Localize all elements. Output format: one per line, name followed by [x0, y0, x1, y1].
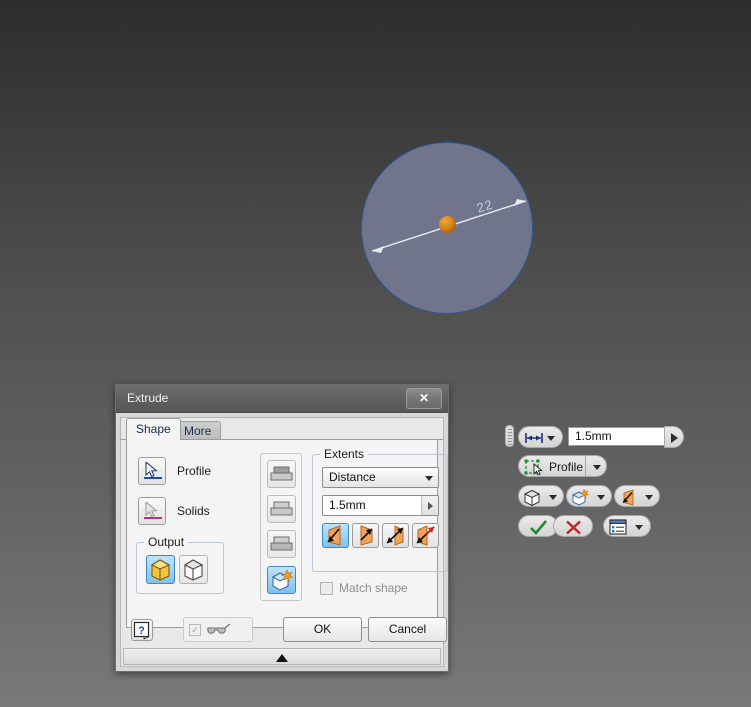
mt-profile-label: Profile	[549, 460, 584, 474]
mt-distance-input[interactable]: 1.5mm	[568, 427, 668, 446]
extents-group-caption: Extents	[320, 447, 369, 461]
dialog-body: Shape More Profile Solids Output Extents…	[120, 417, 448, 667]
mt-new-solid-button[interactable]	[566, 485, 612, 507]
chevron-down-icon[interactable]	[645, 495, 653, 500]
extents-distance-value: 1.5mm	[329, 498, 366, 512]
direction-arrow-icon	[622, 489, 634, 506]
intersect-icon	[270, 536, 293, 551]
expand-dialog-button[interactable]	[123, 648, 441, 665]
output-surface-button[interactable]	[179, 555, 208, 584]
mt-distance-value: 1.5mm	[575, 429, 612, 443]
profile-selector-row[interactable]: Profile	[138, 457, 211, 485]
profile-select-button[interactable]	[138, 457, 166, 485]
asymmetric-button[interactable]	[412, 523, 439, 548]
boolean-operation-group	[260, 453, 302, 601]
extents-distance-input[interactable]: 1.5mm	[322, 495, 439, 516]
output-solid-button[interactable]	[146, 555, 175, 584]
chevron-right-icon	[671, 433, 678, 443]
profile-underline	[144, 476, 162, 479]
profile-select-icon	[524, 459, 543, 475]
boolean-intersect-button[interactable]	[267, 530, 296, 558]
help-question-icon: ?	[133, 621, 150, 640]
direction-1-button[interactable]	[322, 523, 349, 548]
match-shape-row[interactable]: Match shape	[320, 581, 408, 595]
sketch-center-point[interactable]	[439, 216, 456, 233]
mt-ok-button[interactable]	[518, 515, 558, 537]
solids-label: Solids	[177, 504, 210, 518]
cut-icon	[270, 501, 293, 516]
tabstrip: Shape More	[121, 418, 443, 440]
output-group: Output	[136, 535, 224, 594]
preview-toggle[interactable]: ✓	[183, 617, 253, 642]
mt-options-button[interactable]	[603, 515, 651, 537]
mini-toolbar-grip[interactable]	[505, 425, 514, 447]
solid-cube-icon	[523, 489, 541, 506]
close-icon[interactable]: ✕	[406, 388, 442, 409]
chevron-down-icon[interactable]	[635, 525, 643, 530]
profile-label: Profile	[177, 464, 212, 478]
ok-button[interactable]: OK	[283, 617, 362, 642]
direction-arrow-icon	[360, 525, 373, 546]
asymmetric-arrow-icon	[416, 525, 435, 546]
mini-toolbar[interactable]: 1.5mm Profile	[505, 423, 690, 543]
match-shape-checkbox[interactable]	[320, 581, 333, 595]
tab-more[interactable]: More	[174, 421, 222, 439]
mt-output-button[interactable]	[518, 485, 564, 507]
solid-cube-icon	[150, 559, 171, 581]
x-icon	[566, 520, 581, 535]
surface-cube-icon	[183, 559, 204, 581]
chevron-down-icon[interactable]	[547, 436, 555, 441]
mt-distance-expand-button[interactable]	[664, 426, 684, 448]
new-solid-icon	[571, 488, 590, 506]
extents-type-value: Distance	[329, 470, 376, 484]
solids-select-button[interactable]	[138, 497, 166, 525]
extents-type-select[interactable]: Distance	[322, 467, 439, 488]
glasses-icon	[207, 623, 231, 634]
options-list-icon	[609, 519, 627, 535]
chevron-down-icon[interactable]	[549, 495, 557, 500]
tab-shape[interactable]: Shape	[126, 418, 181, 440]
distance-dropdown-arrow-icon[interactable]	[421, 496, 438, 515]
dialog-title: Extrude	[127, 391, 169, 405]
match-shape-label: Match shape	[339, 581, 408, 595]
solids-underline	[144, 516, 162, 519]
solids-selector-row[interactable]: Solids	[138, 497, 210, 525]
svg-text:?: ?	[138, 625, 145, 637]
dialog-titlebar[interactable]: Extrude ✕	[116, 385, 448, 413]
dialog-footer: ? ✓ OK Cancel	[121, 615, 447, 647]
cancel-button[interactable]: Cancel	[368, 617, 447, 642]
symmetric-arrow-icon	[386, 525, 404, 546]
boolean-join-button[interactable]	[267, 460, 296, 488]
mt-profile-dropdown[interactable]	[585, 455, 607, 477]
check-icon	[530, 520, 547, 535]
help-icon[interactable]: ?	[131, 619, 153, 641]
preview-checkbox[interactable]: ✓	[189, 623, 201, 636]
chevron-down-icon[interactable]	[597, 495, 605, 500]
mt-cancel-button[interactable]	[553, 515, 593, 537]
chevron-down-icon	[425, 476, 433, 481]
extents-group: Extents Distance 1.5mm	[312, 447, 448, 572]
direction-arrow-icon	[327, 525, 341, 546]
symmetric-button[interactable]	[382, 523, 409, 548]
join-icon	[270, 466, 293, 481]
shape-tab-pane: Profile Solids Output Extents Distance 1…	[126, 440, 448, 628]
distance-measure-icon	[525, 433, 543, 443]
output-group-caption: Output	[144, 535, 189, 549]
mt-distance-type-button[interactable]	[518, 426, 563, 448]
mt-direction-button[interactable]	[614, 485, 660, 507]
extrude-dialog[interactable]: Extrude ✕ Shape More Profile Solids Outp…	[115, 384, 449, 672]
new-solid-button[interactable]	[267, 566, 296, 594]
direction-2-button[interactable]	[352, 523, 379, 548]
new-solid-icon	[271, 569, 294, 591]
chevron-down-icon	[593, 465, 601, 470]
boolean-cut-button[interactable]	[267, 495, 296, 523]
